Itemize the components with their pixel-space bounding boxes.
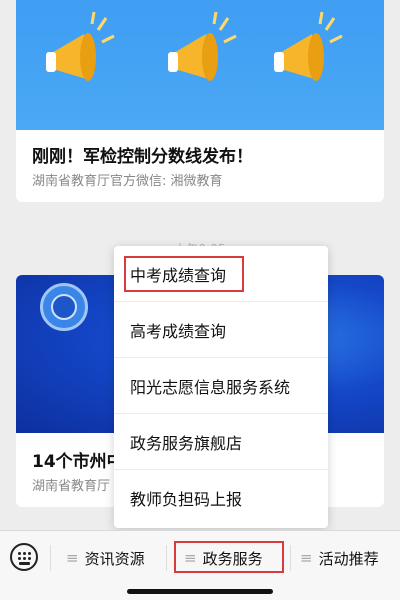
article-title[interactable]: 刚刚！军检控制分数线发布！	[32, 142, 253, 167]
article-source: 湖南省教育厅	[32, 479, 111, 494]
article-title[interactable]: 14个市州中	[32, 447, 124, 472]
menu-item-teacher-burden[interactable]: 教师负担码上报	[114, 470, 328, 526]
highlight-box	[124, 256, 244, 292]
megaphone-icon	[168, 11, 237, 81]
menu-item-sunshine-volunteer[interactable]: 阳光志愿信息服务系统	[114, 358, 328, 414]
menu-lines-icon: ≡	[184, 549, 197, 567]
menu-lines-icon: ≡	[300, 549, 313, 567]
menu-item-label: 高考成绩查询	[130, 321, 227, 341]
tab-gov-services[interactable]: ≡ 政务服务	[184, 543, 263, 573]
keyboard-icon[interactable]	[10, 543, 38, 571]
megaphone-icon	[46, 11, 115, 81]
divider	[290, 545, 291, 571]
emblem-icon	[40, 283, 88, 331]
menu-item-gov-flagship[interactable]: 政务服务旗舰店	[114, 414, 328, 470]
menu-item-zhongkao-score[interactable]: 中考成绩查询	[114, 246, 328, 302]
menu-item-gaokao-score[interactable]: 高考成绩查询	[114, 302, 328, 358]
divider	[50, 545, 51, 571]
home-indicator[interactable]	[127, 589, 273, 594]
service-popup-menu: 中考成绩查询 高考成绩查询 阳光志愿信息服务系统 政务服务旗舰店 教师负担码上报	[114, 246, 328, 528]
menu-lines-icon: ≡	[66, 549, 79, 567]
tab-label: 政务服务	[202, 549, 263, 568]
menu-item-label: 政务服务旗舰店	[130, 433, 243, 453]
megaphone-icon	[274, 11, 343, 81]
tab-label: 活动推荐	[318, 549, 379, 568]
tab-label: 资讯资源	[84, 549, 145, 568]
tab-info-resources[interactable]: ≡ 资讯资源	[66, 543, 145, 573]
article-source: 湖南省教育厅官方微信: 湘微教育	[32, 174, 223, 189]
tab-activity-recommend[interactable]: ≡ 活动推荐	[300, 543, 379, 573]
menu-item-label: 教师负担码上报	[130, 490, 243, 509]
article-banner	[16, 0, 384, 130]
article-card[interactable]: 刚刚！军检控制分数线发布！ 湖南省教育厅官方微信: 湘微教育	[16, 0, 384, 202]
bottom-menu-bar: ≡ 资讯资源 ≡ 政务服务 ≡ 活动推荐	[0, 530, 400, 600]
menu-item-label: 阳光志愿信息服务系统	[130, 377, 291, 397]
divider	[166, 545, 167, 571]
